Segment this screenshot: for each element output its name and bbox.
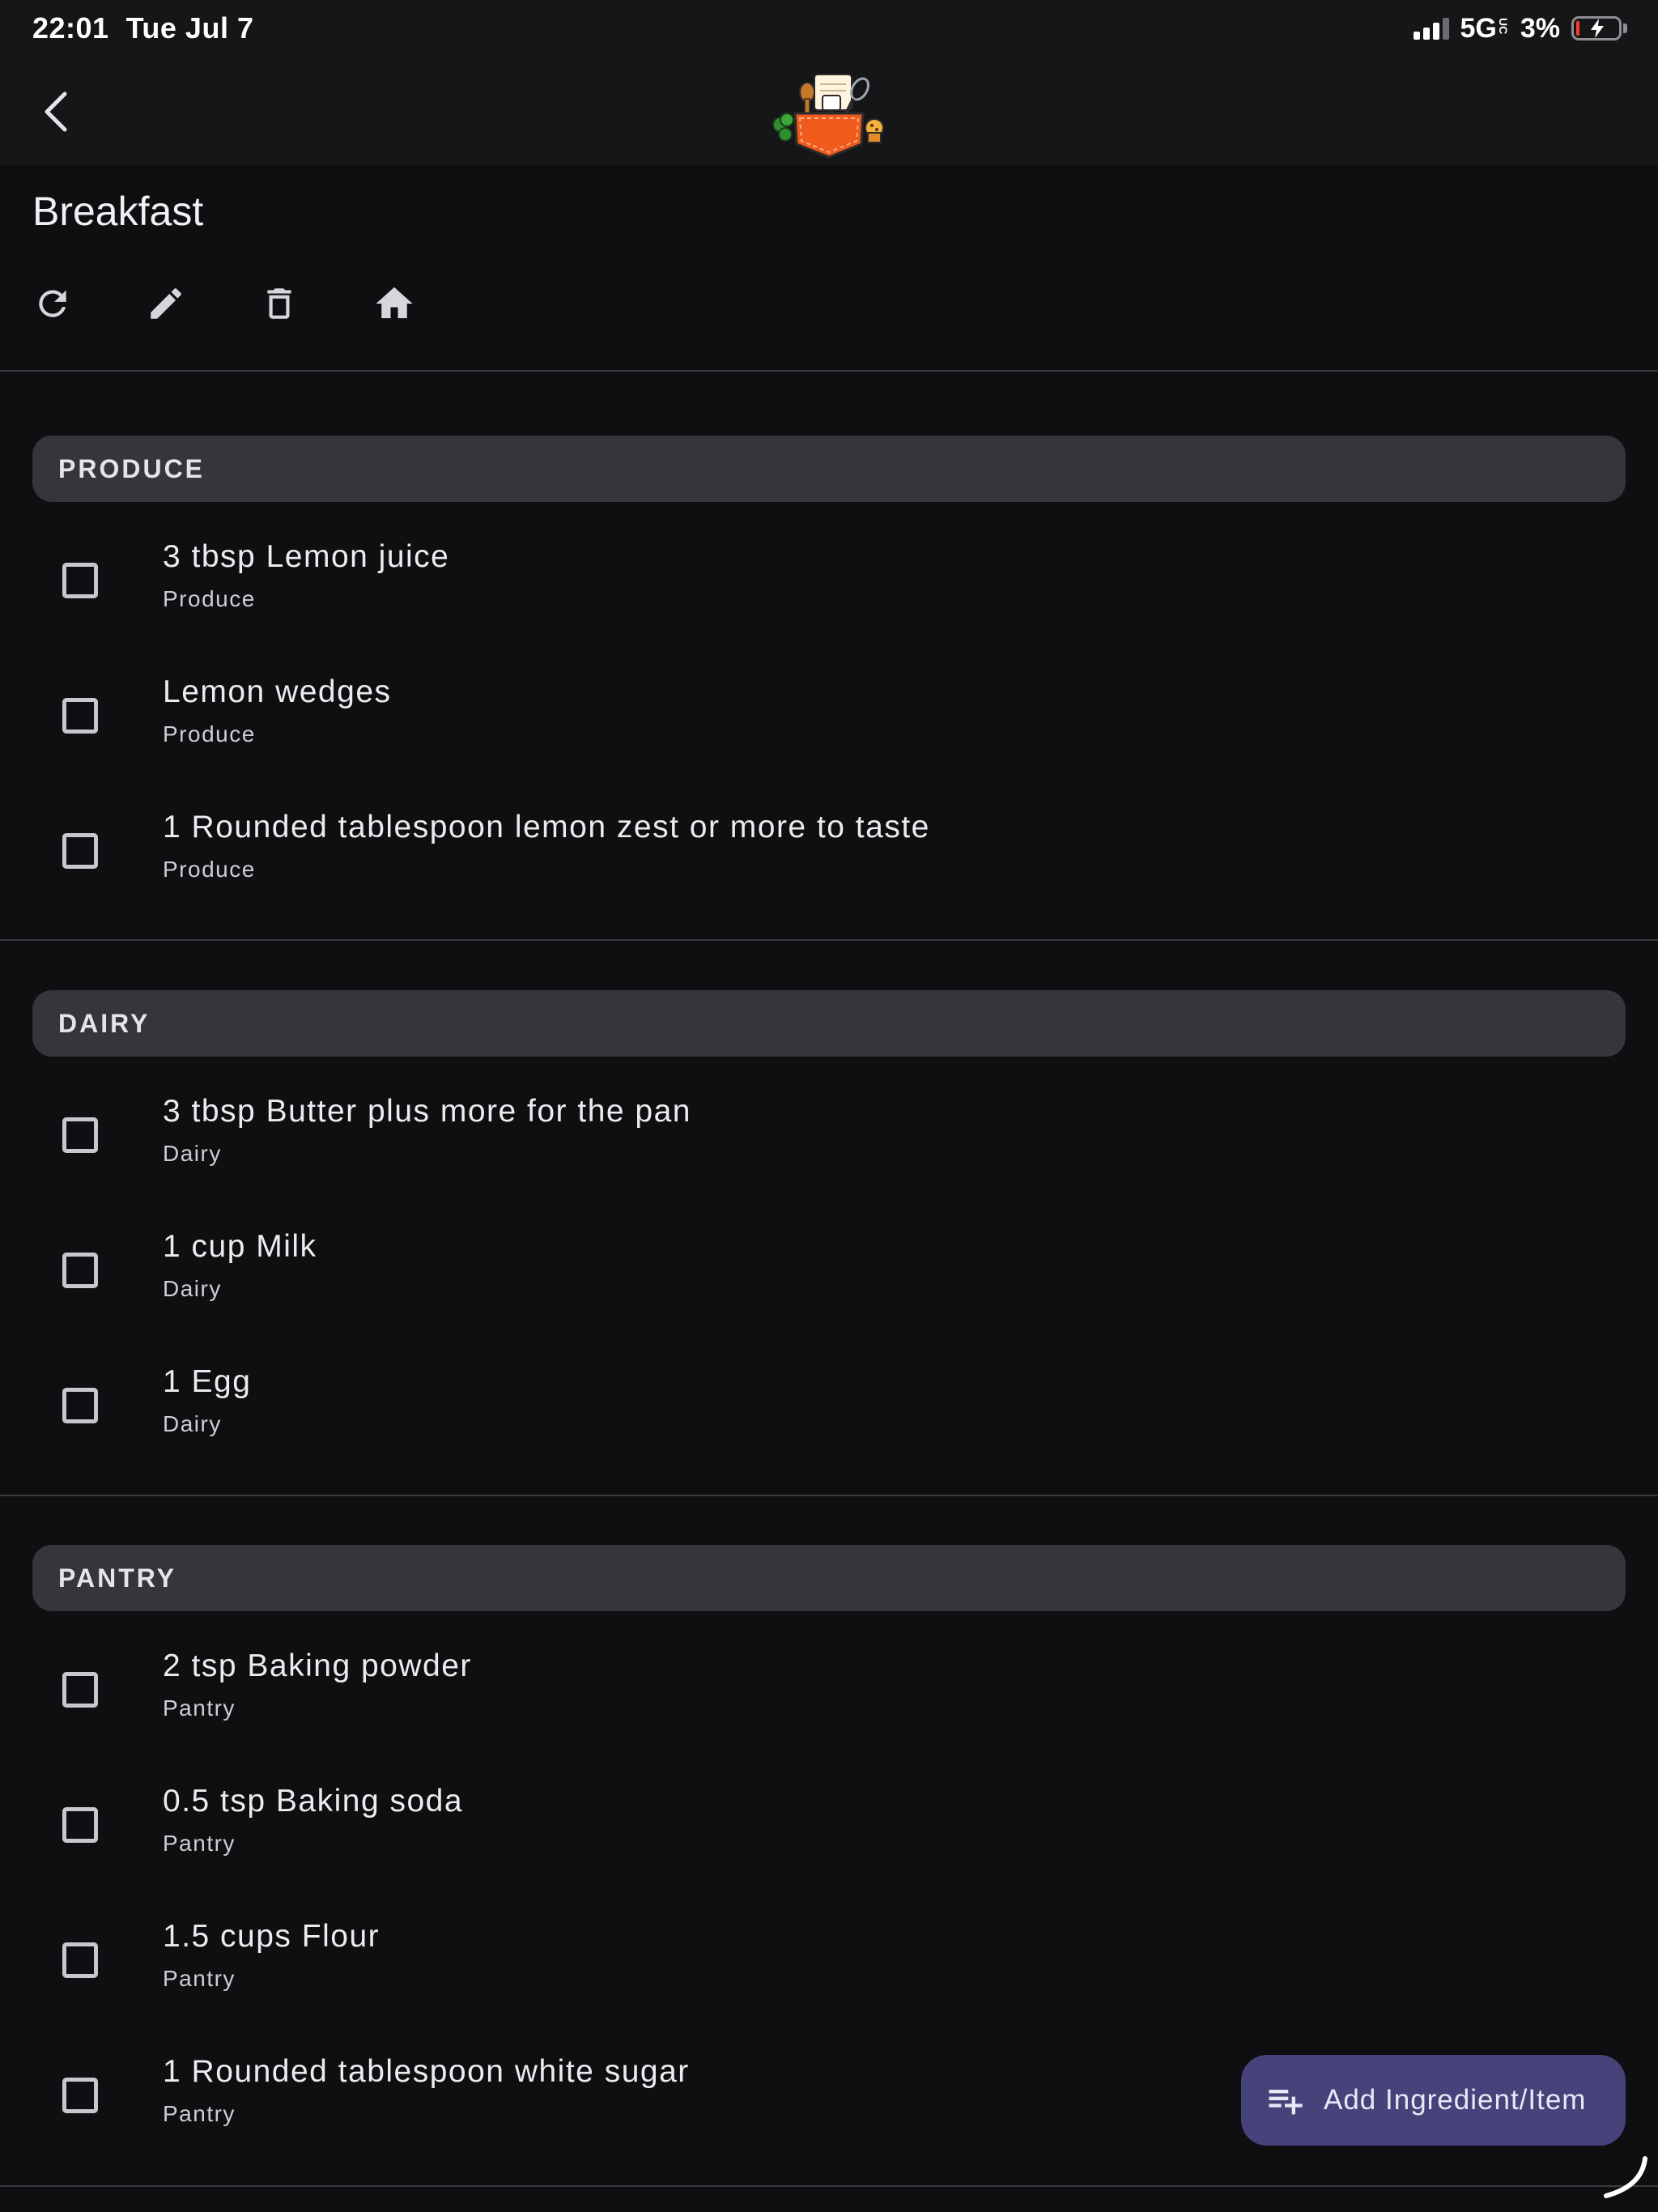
item-category: Produce [163,721,256,747]
item-category: Dairy [163,1141,222,1166]
item-checkbox[interactable] [62,1253,98,1288]
status-time: 22:01 Tue Jul 7 [32,11,253,45]
item-checkbox[interactable] [62,1672,98,1708]
item-title: 2 tsp Baking powder [163,1648,472,1683]
list-item[interactable]: 3 tbsp Butter plus more for the pan Dair… [0,1074,1658,1196]
item-checkbox[interactable] [62,1388,98,1423]
refresh-button[interactable] [32,275,146,332]
status-bar: 22:01 Tue Jul 7 5G UC 3% [0,0,1658,57]
item-title: 1.5 cups Flour [163,1919,380,1954]
list-toolbar [32,275,486,332]
charging-bolt-icon [1591,19,1604,38]
item-checkbox[interactable] [62,563,98,598]
back-button[interactable] [32,87,81,136]
status-date: Tue Jul 7 [125,11,254,45]
item-category: Pantry [163,2101,236,2126]
item-category: Pantry [163,1966,236,1991]
cellular-signal-icon [1413,17,1449,40]
list-item[interactable]: 1 Egg Dairy [0,1345,1658,1466]
item-checkbox[interactable] [62,833,98,869]
item-category: Pantry [163,1831,236,1856]
item-category: Produce [163,857,256,882]
section-divider [0,2185,1658,2187]
network-type: 5G UC [1460,12,1510,45]
pocket-kitchen-logo [772,74,884,159]
home-button[interactable] [372,275,486,332]
item-category: Dairy [163,1276,222,1301]
list-item[interactable]: 1 Rounded tablespoon lemon zest or more … [0,790,1658,912]
playlist-add-icon [1269,2090,1303,2115]
item-checkbox[interactable] [62,1117,98,1153]
section-divider [0,1495,1658,1496]
network-label: 5G [1460,12,1497,44]
resize-handle-icon[interactable] [1601,2154,1650,2202]
item-checkbox[interactable] [62,698,98,734]
refresh-icon [39,290,66,317]
network-suffix: UC [1496,17,1510,34]
status-indicators: 5G UC 3% [1413,10,1627,47]
list-item[interactable]: 1 cup Milk Dairy [0,1210,1658,1331]
section-title: PRODUCE [58,453,206,483]
item-title: Lemon wedges [163,674,392,709]
item-title: 1 cup Milk [163,1229,317,1264]
list-item[interactable]: 2 tsp Baking powder Pantry [0,1629,1658,1750]
list-item[interactable]: 1.5 cups Flour Pantry [0,1899,1658,2021]
item-title: 1 Egg [163,1364,252,1399]
section-title: PANTRY [58,1563,176,1593]
item-checkbox[interactable] [62,1942,98,1978]
item-title: 3 tbsp Lemon juice [163,539,450,574]
list-item[interactable]: Lemon wedges Produce [0,655,1658,776]
item-category: Pantry [163,1695,236,1721]
item-checkbox[interactable] [62,1807,98,1843]
status-clock: 22:01 [32,11,109,45]
list-item[interactable]: 0.5 tsp Baking soda Pantry [0,1764,1658,1886]
section-title: DAIRY [58,1008,151,1038]
item-title: 1 Rounded tablespoon lemon zest or more … [163,810,930,844]
trash-icon [267,288,291,319]
item-title: 0.5 tsp Baking soda [163,1784,464,1819]
battery-percent: 3% [1520,12,1560,44]
section-header-dairy: DAIRY [32,990,1626,1057]
item-category: Dairy [163,1411,222,1436]
list-item[interactable]: 3 tbsp Lemon juice Produce [0,520,1658,641]
header-divider [0,370,1658,372]
section-header-pantry: PANTRY [32,1545,1626,1611]
page-title: Breakfast [32,189,204,234]
add-ingredient-button[interactable]: Add Ingredient/Item [1241,2055,1626,2146]
section-divider [0,939,1658,941]
edit-button[interactable] [146,275,259,332]
battery-icon [1571,16,1627,40]
delete-button[interactable] [259,275,372,332]
item-title: 1 Rounded tablespoon white sugar [163,2054,690,2089]
home-icon [376,287,413,318]
chevron-left-icon [45,91,67,132]
pencil-icon [151,288,181,319]
section-header-produce: PRODUCE [32,436,1626,502]
item-category: Produce [163,586,256,611]
add-ingredient-label: Add Ingredient/Item [1324,2084,1587,2116]
item-checkbox[interactable] [62,2078,98,2113]
item-title: 3 tbsp Butter plus more for the pan [163,1094,692,1129]
app-bar [0,57,1658,165]
